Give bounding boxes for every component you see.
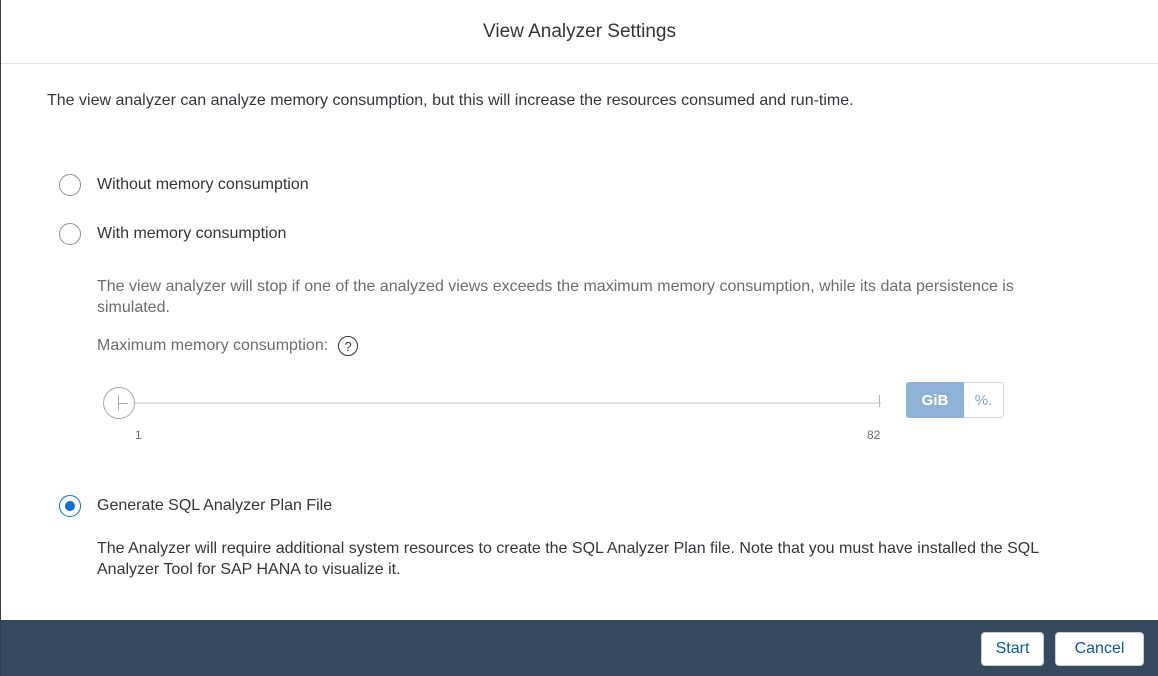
radio-label-without-memory: Without memory consumption — [97, 176, 309, 193]
unit-toggle: GiB %. — [906, 382, 1004, 418]
unit-gib-button[interactable]: GiB — [906, 382, 964, 418]
intro-text: The view analyzer can analyze memory con… — [47, 92, 854, 109]
cancel-button[interactable]: Cancel — [1055, 632, 1144, 666]
radio-button-with-memory[interactable] — [59, 223, 81, 245]
memory-slider[interactable]: 1 82 — [97, 384, 887, 442]
radio-generate-sql[interactable]: Generate SQL Analyzer Plan File — [59, 495, 332, 517]
max-memory-row: Maximum memory consumption: ? — [97, 336, 359, 356]
unit-percent-button[interactable]: %. — [964, 382, 1004, 418]
max-memory-label: Maximum memory consumption: — [97, 337, 329, 354]
slider-track[interactable] — [121, 402, 881, 404]
dialog-footer: Start Cancel — [1, 620, 1158, 676]
slider-end-tick — [879, 395, 880, 407]
slider-handle[interactable] — [103, 387, 135, 419]
radio-with-memory[interactable]: With memory consumption — [59, 223, 286, 245]
question-circle-icon[interactable]: ? — [338, 336, 359, 356]
view-analyzer-settings-dialog: View Analyzer Settings The view analyzer… — [0, 0, 1158, 676]
memory-note: The view analyzer will stop if one of th… — [97, 278, 1014, 316]
radio-button-generate-sql[interactable] — [59, 495, 81, 517]
radio-button-without-memory[interactable] — [59, 174, 81, 196]
radio-label-generate-sql: Generate SQL Analyzer Plan File — [97, 497, 333, 514]
radio-without-memory[interactable]: Without memory consumption — [59, 174, 309, 196]
radio-label-with-memory: With memory consumption — [97, 225, 287, 242]
start-button[interactable]: Start — [981, 632, 1044, 666]
dialog-header: View Analyzer Settings — [1, 0, 1158, 64]
slider-min-label: 1 — [135, 428, 142, 442]
sql-analyzer-note: The Analyzer will require additional sys… — [97, 540, 1039, 578]
dialog-title: View Analyzer Settings — [483, 20, 676, 42]
slider-max-label: 82 — [867, 428, 881, 442]
